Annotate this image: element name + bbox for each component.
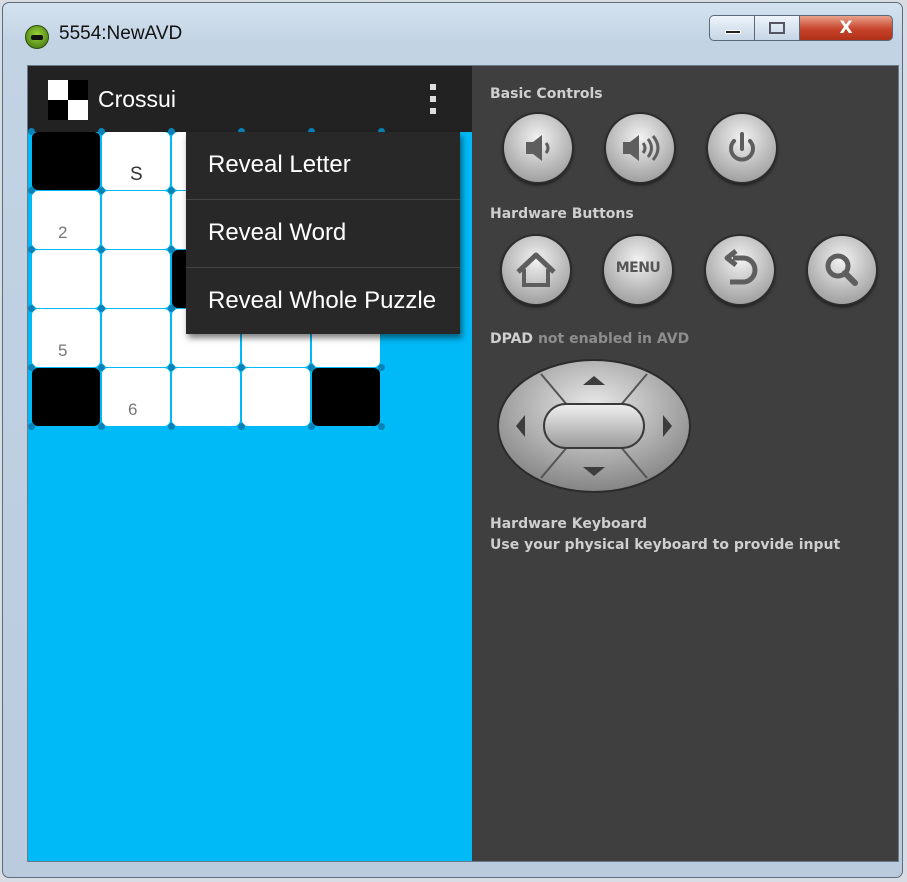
menu-item-reveal-letter[interactable]: Reveal Letter bbox=[186, 132, 460, 199]
maximize-button[interactable] bbox=[754, 15, 800, 41]
overflow-menu-icon[interactable] bbox=[426, 84, 440, 116]
crossword-cell[interactable] bbox=[102, 309, 170, 367]
grid-dot bbox=[168, 246, 175, 253]
home-icon bbox=[516, 252, 556, 287]
hardware-keyboard-heading: Hardware Keyboard bbox=[490, 516, 647, 532]
grid-dot bbox=[28, 364, 35, 371]
title-bar[interactable]: 5554:NewAVD X bbox=[3, 3, 902, 61]
crossword-cell[interactable]: 5 bbox=[32, 309, 100, 367]
window-title: 5554:NewAVD bbox=[59, 23, 183, 44]
crossword-cell[interactable]: 6 bbox=[102, 368, 170, 426]
power-button[interactable] bbox=[708, 114, 776, 182]
dpad-heading-note: not enabled in AVD bbox=[537, 331, 690, 347]
grid-dot bbox=[308, 423, 315, 430]
cell-letter: S bbox=[130, 164, 143, 185]
volume-down-icon bbox=[526, 135, 550, 161]
dpad-control bbox=[497, 359, 691, 493]
grid-dot bbox=[98, 364, 105, 371]
grid-dot bbox=[238, 423, 245, 430]
grid-dot bbox=[378, 364, 385, 371]
menu-button[interactable]: MENU bbox=[604, 236, 672, 304]
crossword-cell bbox=[312, 368, 380, 426]
grid-dot bbox=[168, 423, 175, 430]
device-screen[interactable]: Crossui S 2 5 6 Reveal Letter Reveal Word R… bbox=[28, 66, 472, 861]
grid-dot bbox=[378, 423, 385, 430]
grid-dot bbox=[168, 305, 175, 312]
menu-button-label: MENU bbox=[615, 260, 661, 276]
crossword-cell[interactable] bbox=[32, 250, 100, 308]
minimize-icon bbox=[725, 30, 741, 34]
back-icon bbox=[724, 249, 758, 285]
crossword-cell bbox=[32, 132, 100, 190]
clue-number: 2 bbox=[58, 223, 68, 242]
menu-item-label: Reveal Word bbox=[208, 219, 347, 246]
overflow-menu: Reveal Letter Reveal Word Reveal Whole P… bbox=[186, 132, 460, 334]
crossword-cell[interactable] bbox=[102, 250, 170, 308]
grid-dot bbox=[28, 246, 35, 253]
controls-panel: Basic Controls Hardware Buttons MENU DPA… bbox=[472, 66, 898, 861]
search-icon bbox=[825, 253, 858, 286]
grid-dot bbox=[98, 128, 105, 135]
crossword-cell[interactable] bbox=[102, 191, 170, 249]
grid-dot bbox=[28, 305, 35, 312]
basic-controls-heading: Basic Controls bbox=[490, 86, 603, 102]
menu-item-reveal-word[interactable]: Reveal Word bbox=[186, 200, 460, 267]
grid-dot bbox=[168, 187, 175, 194]
menu-item-label: Reveal Letter bbox=[208, 151, 351, 178]
grid-dot bbox=[168, 364, 175, 371]
android-emulator-icon bbox=[25, 25, 49, 49]
maximize-icon bbox=[769, 22, 785, 34]
app-title: Crossui bbox=[98, 86, 176, 112]
grid-dot bbox=[98, 187, 105, 194]
dpad-heading-strong: DPAD bbox=[490, 331, 534, 347]
emulator-client-area: Crossui S 2 5 6 Reveal Letter Reveal Word R… bbox=[27, 65, 899, 862]
grid-dot bbox=[28, 128, 35, 135]
volume-up-button[interactable] bbox=[606, 114, 674, 182]
crossword-cell[interactable] bbox=[172, 368, 240, 426]
crossword-cell[interactable]: 2 bbox=[32, 191, 100, 249]
volume-down-button[interactable] bbox=[504, 114, 572, 182]
grid-dot bbox=[168, 128, 175, 135]
grid-dot bbox=[98, 423, 105, 430]
crossword-cell[interactable]: S bbox=[102, 132, 170, 190]
clue-number: 6 bbox=[128, 400, 138, 419]
hardware-buttons-heading: Hardware Buttons bbox=[490, 206, 634, 222]
menu-item-reveal-whole-puzzle[interactable]: Reveal Whole Puzzle bbox=[186, 268, 460, 335]
grid-dot bbox=[28, 187, 35, 194]
crossword-cell bbox=[32, 368, 100, 426]
grid-dot bbox=[28, 423, 35, 430]
close-button[interactable]: X bbox=[799, 15, 893, 41]
power-icon bbox=[729, 132, 755, 162]
menu-item-label: Reveal Whole Puzzle bbox=[208, 287, 437, 314]
grid-dot bbox=[308, 364, 315, 371]
clue-number: 5 bbox=[58, 341, 68, 360]
action-bar: Crossui bbox=[28, 66, 472, 132]
volume-up-icon bbox=[623, 135, 660, 161]
dpad-heading: DPAD not enabled in AVD bbox=[490, 331, 689, 347]
back-button[interactable] bbox=[706, 236, 774, 304]
crossword-cell[interactable] bbox=[242, 368, 310, 426]
grid-dot bbox=[98, 246, 105, 253]
crossword-app-icon bbox=[48, 80, 88, 120]
minimize-button[interactable] bbox=[709, 15, 755, 41]
emulator-window: 5554:NewAVD X Crossui S 2 5 6 Reveal Letter bbox=[2, 2, 903, 878]
grid-dot bbox=[98, 305, 105, 312]
home-button[interactable] bbox=[502, 236, 570, 304]
grid-dot bbox=[238, 364, 245, 371]
close-icon: X bbox=[839, 18, 853, 38]
search-button[interactable] bbox=[808, 236, 876, 304]
hardware-keyboard-description: Use your physical keyboard to provide in… bbox=[490, 537, 841, 553]
